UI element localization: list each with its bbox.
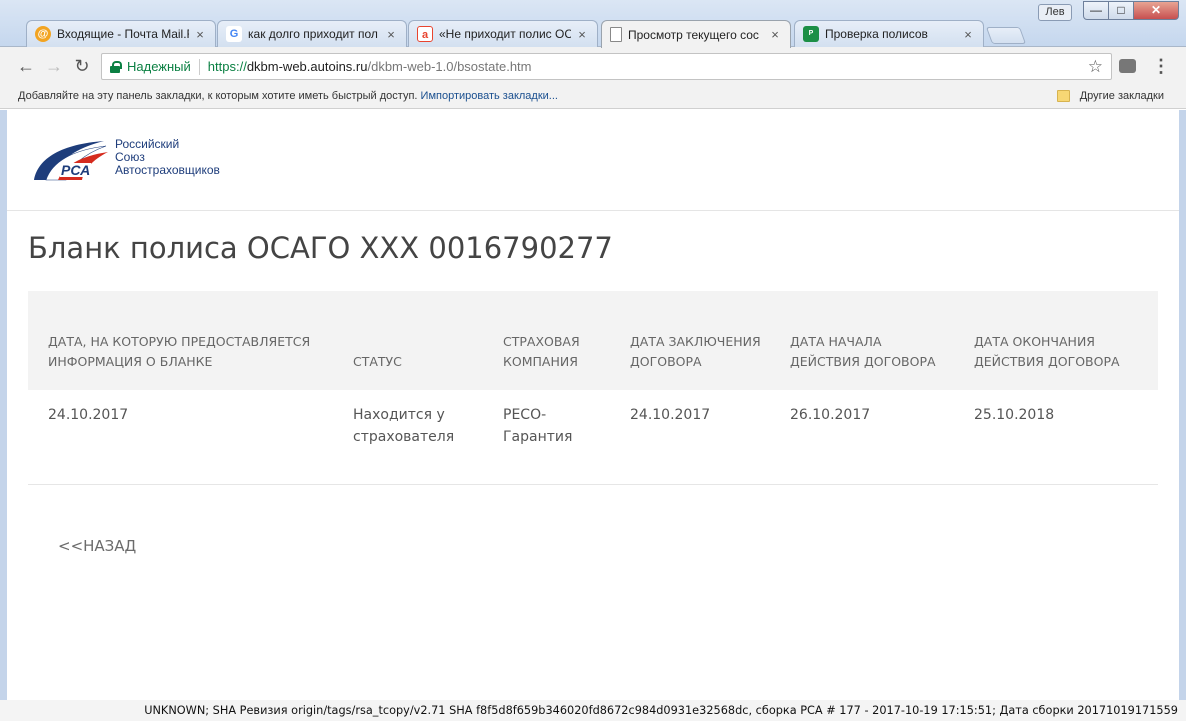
profile-badge[interactable]: Лев bbox=[1038, 4, 1072, 21]
omnibox-divider bbox=[198, 58, 200, 75]
tab-title: как долго приходит пол bbox=[248, 27, 378, 41]
build-info-footer: UNKNOWN; SHA Ревизия origin/tags/rsa_tco… bbox=[0, 700, 1186, 721]
col-header-info-date: Дата, на которую предоставляется информа… bbox=[28, 291, 333, 390]
col-header-contract-date: Дата заключения договора bbox=[610, 291, 770, 390]
url-protocol: https:// bbox=[207, 59, 247, 74]
back-button[interactable]: ← bbox=[14, 55, 38, 77]
cell-start-date: 26.10.2017 bbox=[770, 390, 954, 485]
lock-icon bbox=[110, 60, 122, 73]
google-icon: G bbox=[226, 26, 242, 42]
tab-strip: Лев — □ ✕ @ Входящие - Почта Mail.R × G … bbox=[0, 0, 1186, 48]
address-bar[interactable]: Надежный https://dkbm-web.autoins.ru/dkb… bbox=[101, 53, 1112, 80]
other-bookmarks-label: Другие закладки bbox=[1079, 90, 1164, 102]
table-header-row: Дата, на которую предоставляется информа… bbox=[28, 291, 1158, 390]
bso-state-table: Дата, на которую предоставляется информа… bbox=[28, 291, 1158, 485]
rsa-logo-text: Российский Союз Автостраховщиков bbox=[115, 138, 220, 177]
tab-close-icon[interactable]: × bbox=[384, 27, 398, 42]
extension-icon[interactable] bbox=[1119, 59, 1136, 73]
close-window-button[interactable]: ✕ bbox=[1133, 1, 1179, 20]
window-frame-right bbox=[1179, 110, 1186, 721]
cell-insurer: РЕСО-Гарантия bbox=[483, 390, 610, 485]
col-header-start-date: Дата начала действия договора bbox=[770, 291, 954, 390]
tab-check-policies[interactable]: Р Проверка полисов × bbox=[794, 20, 984, 47]
tab-bso-state[interactable]: Просмотр текущего сос × bbox=[601, 20, 791, 48]
col-header-end-date: Дата окончания действия договора bbox=[954, 291, 1158, 390]
page-icon bbox=[610, 27, 622, 42]
minimize-button[interactable]: — bbox=[1083, 1, 1109, 20]
reso-icon: Р bbox=[803, 26, 819, 42]
secure-label[interactable]: Надежный bbox=[127, 59, 191, 74]
page-title: Бланк полиса ОСАГО ХХХ 0016790277 bbox=[28, 231, 613, 265]
tab-mail[interactable]: @ Входящие - Почта Mail.R × bbox=[26, 20, 216, 47]
tab-title: Проверка полисов bbox=[825, 27, 928, 41]
page-content: РСА Российский Союз Автостраховщиков Бла… bbox=[7, 110, 1179, 721]
window-frame-left bbox=[0, 110, 7, 721]
bookmarks-bar: Добавляйте на эту панель закладки, к кот… bbox=[0, 85, 1186, 109]
table-row: 24.10.2017 Находится у страхователя РЕСО… bbox=[28, 390, 1158, 485]
tab-otvety[interactable]: a «Не приходит полис ОС × bbox=[408, 20, 598, 47]
other-bookmarks[interactable]: Другие закладки bbox=[1056, 85, 1164, 107]
url-host: dkbm-web.autoins.ru bbox=[246, 59, 368, 74]
tab-title: Входящие - Почта Mail.R bbox=[57, 27, 189, 41]
col-header-insurer: Страховая компания bbox=[483, 291, 610, 390]
reload-button[interactable]: ↻ bbox=[70, 55, 94, 77]
tab-google[interactable]: G как долго приходит пол × bbox=[217, 20, 407, 47]
browser-menu-icon[interactable]: ⋮ bbox=[1152, 54, 1170, 78]
folder-icon bbox=[1056, 90, 1070, 102]
forward-button[interactable]: → bbox=[42, 55, 66, 77]
browser-toolbar: ← → ↻ Надежный https://dkbm-web.autoins.… bbox=[0, 47, 1186, 85]
logo-line-3: Автостраховщиков bbox=[115, 163, 220, 177]
tab-close-icon[interactable]: × bbox=[575, 27, 589, 42]
site-header: РСА Российский Союз Автостраховщиков bbox=[7, 110, 1179, 211]
bookmark-star-icon[interactable]: ☆ bbox=[1088, 57, 1103, 77]
url-path: /dkbm-web-1.0/bsostate.htm bbox=[367, 59, 532, 74]
tab-close-icon[interactable]: × bbox=[768, 27, 782, 42]
back-link[interactable]: <<НАЗАД bbox=[58, 537, 136, 555]
cell-contract-date: 24.10.2017 bbox=[610, 390, 770, 485]
rsa-logo-abbr: РСА bbox=[60, 162, 92, 178]
tab-title: «Не приходит полис ОС bbox=[439, 27, 571, 41]
new-tab-button[interactable] bbox=[985, 27, 1027, 44]
cell-status: Находится у страхователя bbox=[333, 390, 483, 485]
otvety-icon: a bbox=[417, 26, 433, 42]
cell-info-date: 24.10.2017 bbox=[28, 390, 333, 485]
col-header-status: Статус bbox=[333, 291, 483, 390]
bookmarks-prompt: Добавляйте на эту панель закладки, к кот… bbox=[18, 90, 421, 102]
tab-close-icon[interactable]: × bbox=[193, 27, 207, 42]
import-bookmarks-link[interactable]: Импортировать закладки... bbox=[421, 90, 558, 102]
tab-title: Просмотр текущего сос bbox=[628, 27, 759, 42]
tab-close-icon[interactable]: × bbox=[961, 27, 975, 42]
rsa-logo[interactable]: РСА Российский Союз Автостраховщиков bbox=[32, 138, 227, 183]
cell-end-date: 25.10.2018 bbox=[954, 390, 1158, 485]
mail-ru-icon: @ bbox=[35, 26, 51, 42]
maximize-button[interactable]: □ bbox=[1108, 1, 1134, 20]
